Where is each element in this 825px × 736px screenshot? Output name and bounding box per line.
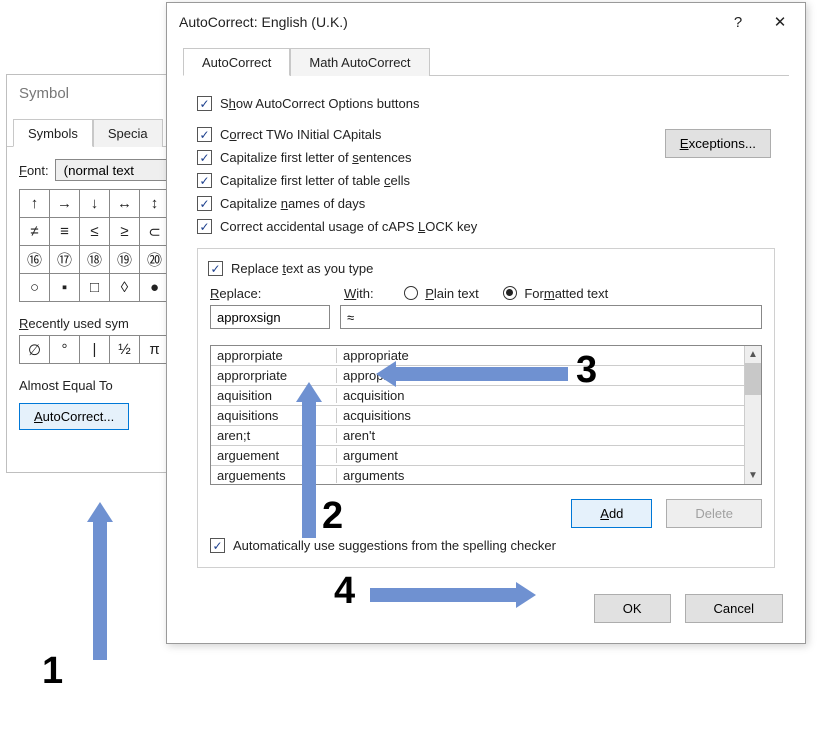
list-item[interactable]: approrpiateappropriate [211, 346, 744, 366]
chk-show-options[interactable] [197, 96, 212, 111]
chk-replace-as-type[interactable] [208, 261, 223, 276]
symbol-cell[interactable]: ▪ [50, 274, 80, 302]
annotation-number: 2 [322, 495, 343, 538]
list-item[interactable]: aquisitionsacquisitions [211, 406, 744, 426]
autocorrect-dialog: AutoCorrect: English (U.K.) ? ✕ AutoCorr… [166, 2, 806, 644]
scroll-thumb[interactable] [745, 363, 761, 395]
symbol-cell[interactable]: ⑰ [50, 246, 80, 274]
scroll-down-icon[interactable]: ▼ [745, 467, 761, 484]
chk-days-label: Capitalize names of days [220, 196, 365, 211]
tab-symbols[interactable]: Symbols [13, 119, 93, 147]
autocorrect-list: approrpiateappropriate approrpriateappro… [210, 345, 762, 485]
list-item[interactable]: arguementsarguments [211, 466, 744, 485]
replace-label: Replace: [210, 286, 320, 301]
symbol-cell[interactable]: → [50, 190, 80, 218]
symbol-cell[interactable]: □ [80, 274, 110, 302]
annotation-number: 3 [576, 349, 597, 392]
symbol-cell[interactable]: ⑲ [110, 246, 140, 274]
annotation-arrow [302, 400, 316, 538]
symbol-cell[interactable]: ≤ [80, 218, 110, 246]
exceptions-button[interactable]: Exceptions... [665, 129, 771, 158]
chk-two-initial[interactable] [197, 127, 212, 142]
recent-cell[interactable]: ° [50, 336, 80, 364]
list-item[interactable]: aquisitionacquisition [211, 386, 744, 406]
tab-math-autocorrect[interactable]: Math AutoCorrect [290, 48, 429, 76]
annotation-arrow [394, 367, 568, 381]
symbol-cell[interactable]: ≠ [20, 218, 50, 246]
symbol-cell[interactable]: ≥ [110, 218, 140, 246]
ok-button[interactable]: OK [594, 594, 671, 623]
radio-formatted-text-label: Formatted text [524, 286, 608, 301]
chk-cells[interactable] [197, 173, 212, 188]
symbol-cell[interactable]: ⑱ [80, 246, 110, 274]
chk-spell-suggestions[interactable] [210, 538, 225, 553]
chk-spell-suggestions-label: Automatically use suggestions from the s… [233, 538, 556, 553]
close-button[interactable]: ✕ [759, 9, 801, 35]
with-label: With: [344, 286, 374, 301]
replace-input[interactable] [210, 305, 330, 329]
help-button[interactable]: ? [717, 9, 759, 35]
symbol-cell[interactable]: ○ [20, 274, 50, 302]
chk-cells-label: Capitalize first letter of table cells [220, 173, 410, 188]
delete-button: Delete [666, 499, 762, 528]
annotation-arrow-head-icon [296, 382, 322, 402]
autocorrect-button[interactable]: AutoCorrect... [19, 403, 129, 430]
dialog-title: AutoCorrect: English (U.K.) [179, 14, 348, 30]
titlebar: AutoCorrect: English (U.K.) ? ✕ [167, 3, 805, 41]
chk-replace-as-type-label: Replace text as you type [231, 261, 373, 276]
chk-two-initial-label: Correct TWo INitial CApitals [220, 127, 381, 142]
chk-sentences-label: Capitalize first letter of sentences [220, 150, 411, 165]
chk-show-options-label: Show AutoCorrect Options buttons [220, 96, 419, 111]
annotation-number: 4 [334, 570, 355, 613]
symbol-cell[interactable]: ↔ [110, 190, 140, 218]
annotation-arrow-head-icon [376, 361, 396, 387]
chk-days[interactable] [197, 196, 212, 211]
symbol-cell[interactable]: ↓ [80, 190, 110, 218]
replace-section: Replace text as you type Replace: With: … [197, 248, 775, 568]
ac-tabs: AutoCorrect Math AutoCorrect [183, 47, 789, 76]
symbol-cell[interactable]: ↑ [20, 190, 50, 218]
chk-caps[interactable] [197, 219, 212, 234]
recent-cell[interactable]: | [80, 336, 110, 364]
annotation-arrow-head-icon [516, 582, 536, 608]
annotation-number: 1 [42, 650, 63, 693]
list-scrollbar[interactable]: ▲ ▼ [744, 346, 761, 484]
radio-plain-text-label: Plain text [425, 286, 478, 301]
list-item[interactable]: arguementargument [211, 446, 744, 466]
chk-caps-label: Correct accidental usage of cAPS LOCK ke… [220, 219, 477, 234]
scroll-up-icon[interactable]: ▲ [745, 346, 761, 363]
radio-plain-text[interactable] [404, 286, 418, 300]
symbol-cell[interactable]: ≡ [50, 218, 80, 246]
cancel-button[interactable]: Cancel [685, 594, 783, 623]
recent-cell[interactable]: ∅ [20, 336, 50, 364]
radio-formatted-text[interactable] [503, 286, 517, 300]
annotation-arrow [370, 588, 518, 602]
symbol-cell[interactable]: ◊ [110, 274, 140, 302]
annotation-arrow-head-icon [87, 502, 113, 522]
annotation-arrow [93, 520, 107, 660]
add-button[interactable]: Add [571, 499, 652, 528]
tab-special[interactable]: Specia [93, 119, 163, 147]
tab-autocorrect[interactable]: AutoCorrect [183, 48, 290, 76]
chk-sentences[interactable] [197, 150, 212, 165]
recent-cell[interactable]: ½ [110, 336, 140, 364]
symbol-cell[interactable]: ⑯ [20, 246, 50, 274]
list-item[interactable]: aren;taren't [211, 426, 744, 446]
font-label: Font: [19, 163, 49, 178]
with-input[interactable] [340, 305, 762, 329]
